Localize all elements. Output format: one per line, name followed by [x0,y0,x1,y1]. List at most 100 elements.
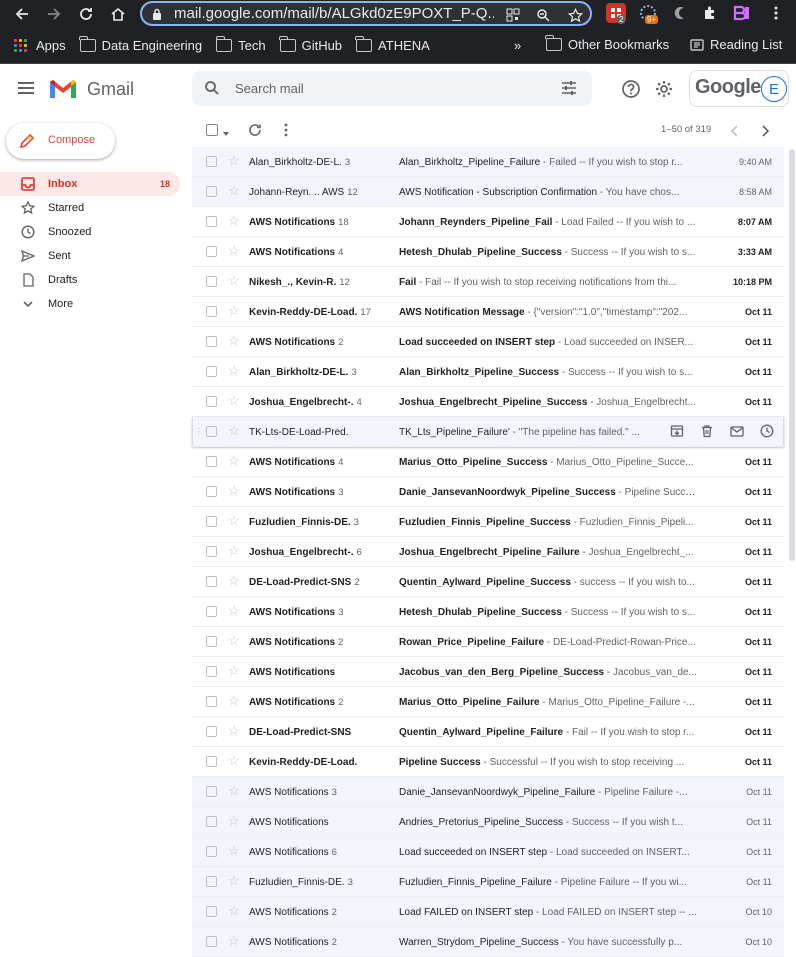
row-checkbox[interactable] [206,666,217,677]
row-checkbox[interactable] [206,636,217,647]
message-row[interactable]: ☆ Fuzludien_Finnis-DE. 3 Fuzludien_Finnis_P… [192,867,784,897]
extension-b-icon[interactable] [732,3,752,23]
delete-icon[interactable] [700,424,714,438]
row-checkbox[interactable] [206,726,217,737]
row-checkbox[interactable] [206,306,217,317]
row-checkbox[interactable] [206,516,217,527]
qr-code-icon[interactable] [504,6,522,24]
bookmark-folder-athena[interactable]: ATHENA [355,36,430,53]
row-checkbox[interactable] [206,426,217,437]
message-row[interactable]: ☆ AWS Notifications 3 Hetesh_Dhulab_Pipelin… [192,597,784,627]
star-icon[interactable]: ☆ [228,334,240,348]
message-row[interactable]: ☆ AWS Notifications 3 Danie_JansevanNoordwy… [192,477,784,507]
gmail-logo-icon[interactable] [48,78,78,100]
more-options-icon[interactable] [284,123,288,142]
message-row[interactable]: ☆ AWS Notifications Andries_Pretorius_Pipe… [192,807,784,837]
message-row[interactable]: ☆ AWS Notifications 2 Load succeeded on INS… [192,327,784,357]
row-checkbox[interactable] [206,396,217,407]
row-checkbox[interactable] [206,816,217,827]
star-icon[interactable]: ☆ [228,484,240,498]
star-icon[interactable]: ☆ [228,274,240,288]
row-checkbox[interactable] [206,576,217,587]
extension-moon-icon[interactable] [670,3,690,23]
search-bar[interactable]: Search mail [192,71,592,106]
forward-icon[interactable] [40,0,68,28]
message-row[interactable]: ☆ AWS Notifications 2 Load FAILED on INSERT… [192,897,784,927]
search-icon[interactable] [204,80,220,101]
select-dropdown-icon[interactable] [222,125,230,143]
star-icon[interactable]: ☆ [228,814,240,828]
address-bar[interactable]: mail.google.com/mail/b/ALGkd0zE9POXT_P-Q… [140,1,592,26]
sidebar-item-more[interactable]: More [0,292,180,316]
compose-button[interactable]: Compose [6,123,115,159]
snooze-icon[interactable] [760,424,774,438]
message-row[interactable]: ☆ AWS Notifications 3 Danie_JansevanNoordwy… [192,777,784,807]
row-checkbox[interactable] [206,486,217,497]
star-icon[interactable]: ☆ [228,754,240,768]
star-icon[interactable]: ☆ [228,664,240,678]
archive-icon[interactable] [670,424,684,438]
bookmark-folder-data-engineering[interactable]: Data Engineering [79,36,202,53]
message-row[interactable]: ☆ Johann-Reyn. .. AWS 12 AWS Notification -… [192,177,784,207]
star-icon[interactable]: ☆ [228,394,240,408]
row-checkbox[interactable] [206,606,217,617]
star-icon[interactable]: ☆ [228,934,240,948]
row-checkbox[interactable] [206,156,217,167]
message-row[interactable]: ☆ Kevin-Reddy-DE-Load. Pipeline Success - … [192,747,784,777]
message-row[interactable]: ☆ AWS Notifications 4 Marius_Otto_Pipeline_… [192,447,784,477]
star-icon[interactable]: ☆ [228,184,240,198]
list-scrollbar[interactable] [787,147,796,951]
message-row[interactable]: ☆ Alan_Birkholtz-DE-L. 3 Alan_Birkholtz_Pip… [192,357,784,387]
reload-icon[interactable] [72,0,100,28]
row-checkbox[interactable] [206,216,217,227]
sidebar-item-inbox[interactable]: Inbox 18 [0,172,180,196]
message-row[interactable]: ☆ Joshua_Engelbrecht-. 4 Joshua_Engelbrecht… [192,387,784,417]
star-icon[interactable]: ☆ [228,214,240,228]
row-checkbox[interactable] [206,366,217,377]
newer-page-icon[interactable] [730,124,740,142]
star-icon[interactable]: ☆ [228,544,240,558]
row-checkbox[interactable] [206,756,217,767]
message-row[interactable]: ☆ AWS Notifications 2 Rowan_Price_Pipeline_… [192,627,784,657]
bookmark-star-icon[interactable] [566,6,584,24]
star-icon[interactable]: ☆ [228,454,240,468]
star-icon[interactable]: ☆ [228,244,240,258]
home-icon[interactable] [104,0,132,28]
kebab-menu-icon[interactable] [766,3,786,23]
star-icon[interactable]: ☆ [228,364,240,378]
row-checkbox[interactable] [206,336,217,347]
star-icon[interactable]: ☆ [228,844,240,858]
select-all-checkbox[interactable] [206,124,218,136]
row-checkbox[interactable] [206,846,217,857]
bookmark-apps[interactable]: Apps [14,38,66,53]
message-row[interactable]: ☆ AWS Notifications 4 Hetesh_Dhulab_Pipelin… [192,237,784,267]
reading-list-button[interactable]: Reading List [690,37,782,52]
star-icon[interactable]: ☆ [228,904,240,918]
main-menu-icon[interactable] [18,82,34,94]
star-icon[interactable]: ☆ [228,694,240,708]
star-icon[interactable]: ☆ [228,154,240,168]
refresh-icon[interactable] [248,123,262,142]
message-row[interactable]: ☆ AWS Notifications 2 Warren_Strydom_Pipeli… [192,927,784,957]
bookmark-folder-other[interactable]: Other Bookmarks [545,35,669,52]
scrollbar-thumb[interactable] [789,149,795,561]
row-checkbox[interactable] [206,696,217,707]
star-icon[interactable]: ☆ [228,574,240,588]
star-icon[interactable]: ☆ [228,514,240,528]
bookmark-folder-tech[interactable]: Tech [215,36,266,53]
bookmarks-overflow-button[interactable]: » [514,38,521,53]
message-row[interactable]: ☆ Joshua_Engelbrecht-. 6 Joshua_Engelbrecht… [192,537,784,567]
star-icon[interactable]: ☆ [228,784,240,798]
row-checkbox[interactable] [206,186,217,197]
zoom-icon[interactable] [534,6,552,24]
row-checkbox[interactable] [206,786,217,797]
star-icon[interactable]: ☆ [228,634,240,648]
older-page-icon[interactable] [760,124,770,142]
back-icon[interactable] [8,0,36,28]
message-row[interactable]: ☆ Alan_Birkholtz-DE-L. 3 Alan_Birkholtz_Pip… [192,147,784,177]
avatar[interactable]: E [761,76,787,102]
message-row[interactable]: ☆ DE-Load-Predict-SNS Quentin_Aylward_Pipe… [192,717,784,747]
row-checkbox[interactable] [206,906,217,917]
row-checkbox[interactable] [206,276,217,287]
sidebar-item-drafts[interactable]: Drafts [0,268,180,292]
